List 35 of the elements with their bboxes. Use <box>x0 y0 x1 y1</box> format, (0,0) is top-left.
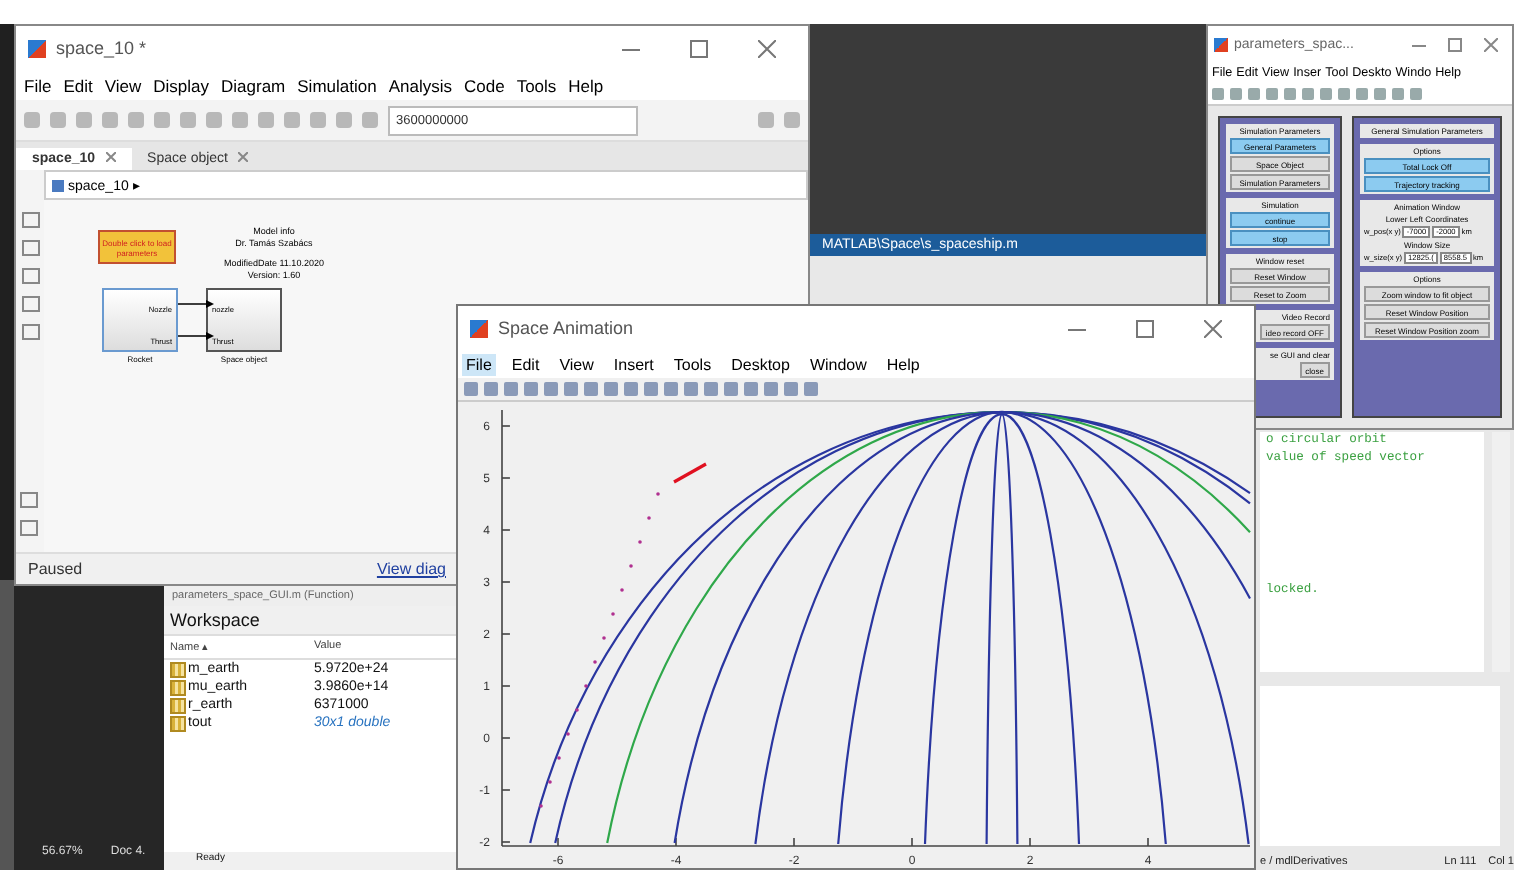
maximize-icon[interactable] <box>1448 37 1462 51</box>
menu-item[interactable]: Tools <box>516 75 557 95</box>
figure-icon <box>470 319 488 337</box>
menu-item[interactable]: View <box>104 75 142 95</box>
close-icon[interactable] <box>1204 319 1222 337</box>
menu-item[interactable]: Edit <box>63 75 93 95</box>
menu-item[interactable]: Diagram <box>221 75 286 95</box>
close-icon[interactable] <box>105 152 116 162</box>
maximize-icon[interactable] <box>1136 319 1154 337</box>
menu-item[interactable]: Code <box>463 75 505 95</box>
menu-item[interactable]: Tools <box>669 353 716 375</box>
window-title: Space Animation <box>498 318 636 338</box>
figure-icon <box>1214 37 1228 51</box>
menu-item[interactable]: File <box>24 75 52 95</box>
menu-item[interactable]: Help <box>568 75 604 95</box>
menu-item[interactable]: Help <box>882 353 924 375</box>
diagnostics-link[interactable]: View diag <box>376 560 446 578</box>
menu-item[interactable]: Simulation <box>297 75 377 95</box>
menu-item[interactable]: Edit <box>507 353 544 375</box>
window-title: space_10 * <box>56 38 149 58</box>
menu-item[interactable]: View <box>555 353 598 375</box>
close-icon[interactable] <box>758 39 776 57</box>
model-icon <box>28 39 46 57</box>
close-icon[interactable] <box>1484 37 1498 51</box>
menu-item[interactable]: File <box>462 353 496 375</box>
close-icon[interactable] <box>238 152 249 162</box>
menu-item[interactable]: Analysis <box>388 75 452 95</box>
status-text: Paused <box>28 560 83 578</box>
menu-item[interactable]: Window <box>805 353 871 375</box>
maximize-icon[interactable] <box>690 39 708 57</box>
menu-item[interactable]: Display <box>153 75 210 95</box>
scrollbar[interactable] <box>1492 432 1510 672</box>
model-icon <box>52 179 64 191</box>
menu-item[interactable]: Insert <box>609 353 658 375</box>
menu-item[interactable]: Desktop <box>727 353 794 375</box>
